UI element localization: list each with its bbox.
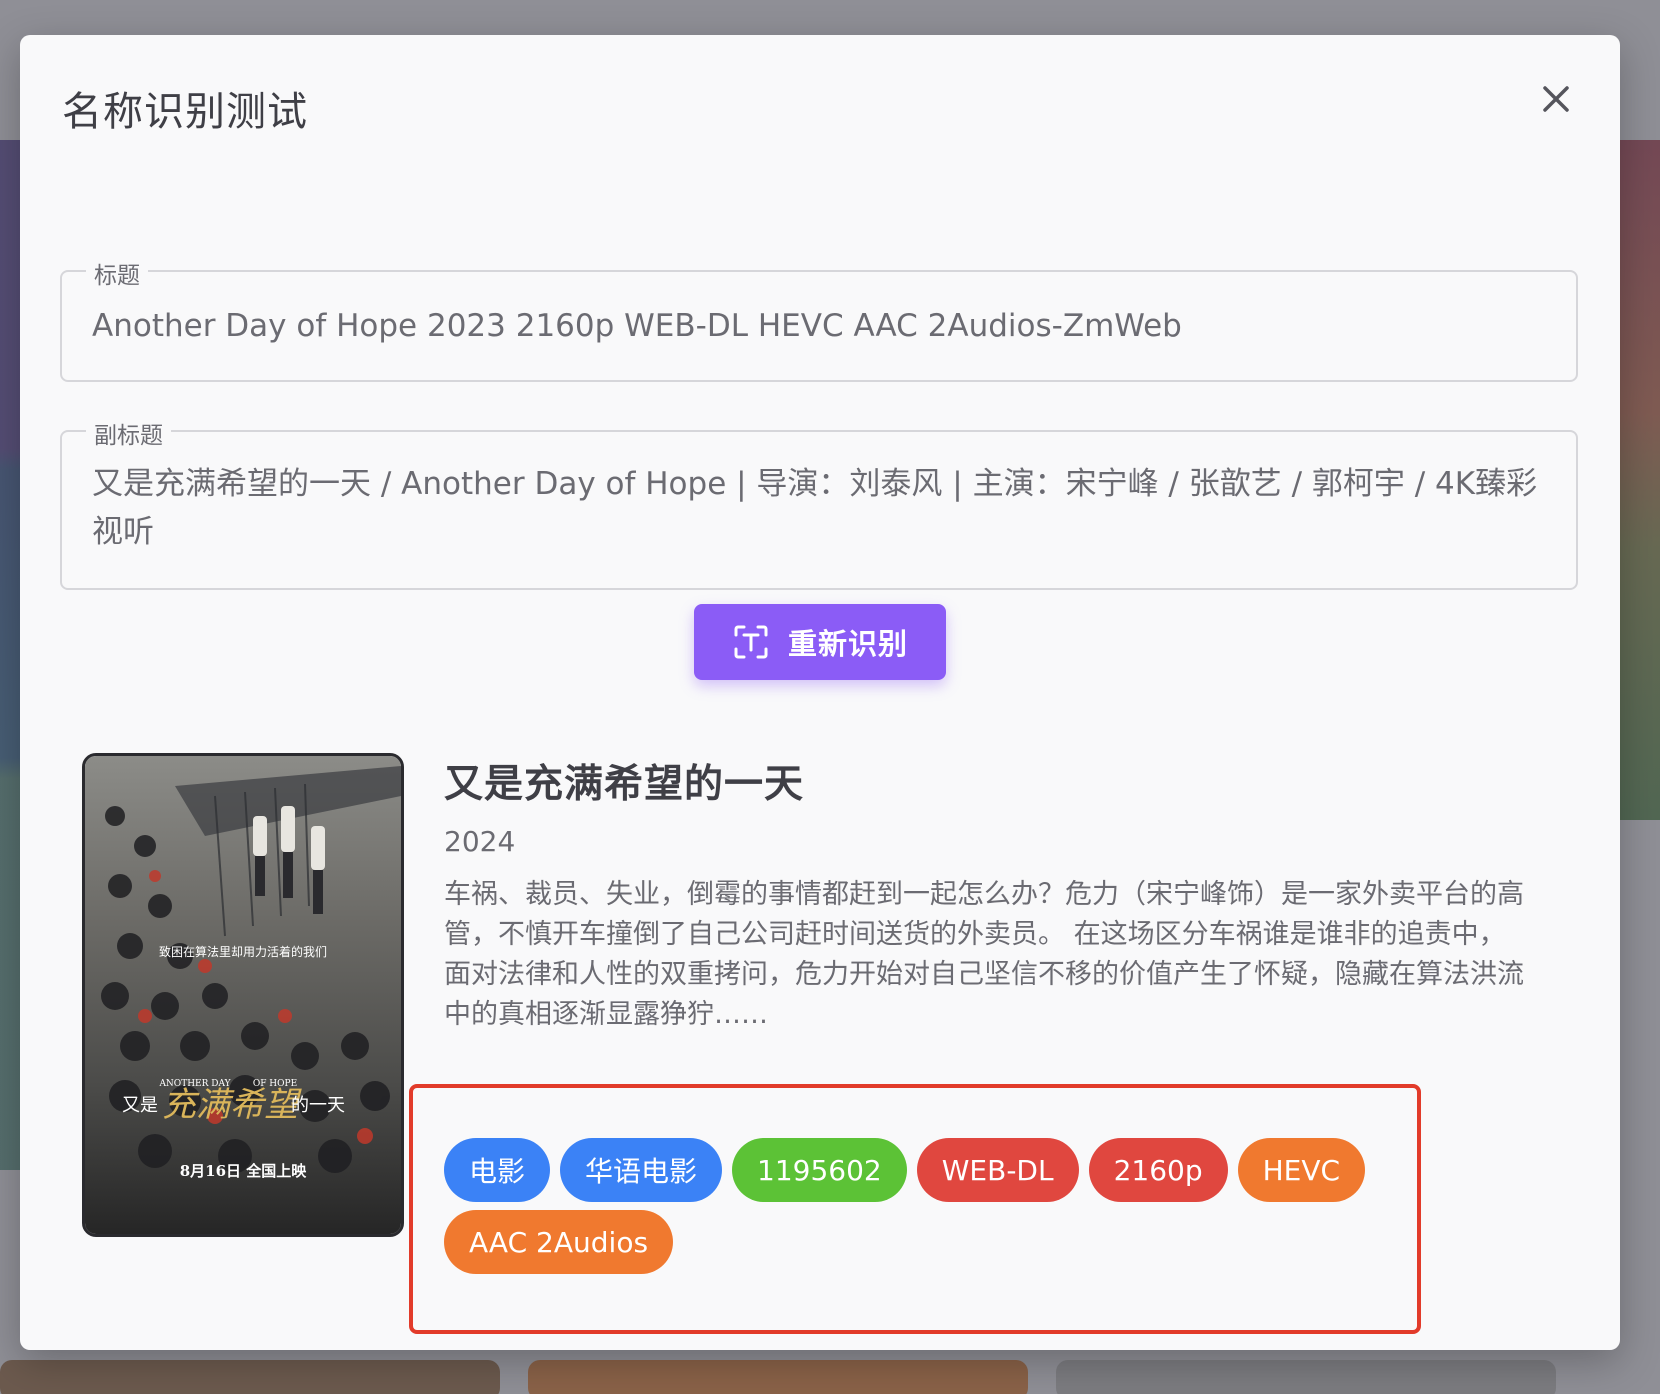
poster-cn-title-c: 的一天 [291,1095,345,1116]
tag-chip[interactable]: 1195602 [732,1138,907,1202]
movie-title: 又是充满希望的一天 [444,762,805,807]
re-recognize-button[interactable]: 重新识别 [694,604,946,680]
close-icon [1543,86,1569,112]
name-recognition-dialog: 名称识别测试 标题 Another Day of Hope 2023 2160p… [20,35,1620,1350]
re-recognize-label: 重新识别 [787,627,908,661]
subtitle-field-label: 副标题 [86,416,171,450]
subtitle-field-value[interactable]: 又是充满希望的一天 / Another Day of Hope | 导演：刘泰风… [92,460,1546,556]
title-field-value[interactable]: Another Day of Hope 2023 2160p WEB-DL HE… [92,302,1546,350]
tag-chip[interactable]: AAC 2Audios [444,1210,674,1274]
poster-release-date: 8月16日 全国上映 [180,1162,308,1180]
text-scan-icon [734,625,768,659]
poster-cn-title-a: 又是 [122,1095,158,1116]
poster-cn-title-b: 充满希望 [162,1085,302,1125]
subtitle-field[interactable]: 副标题 又是充满希望的一天 / Another Day of Hope | 导演… [60,416,1578,590]
movie-overview: 车祸、裁员、失业，倒霉的事情都赶到一起怎么办？危力（宋宁峰饰）是一家外卖平台的高… [444,879,1524,1030]
title-field-label: 标题 [86,256,148,290]
tag-chip[interactable]: 2160p [1088,1138,1228,1202]
tag-chip[interactable]: 电影 [444,1138,551,1202]
tag-list: 电影 华语电影 1195602 WEB-DL 2160p HEVC AAC 2Audios [444,1138,1374,1274]
tag-chip[interactable]: HEVC [1237,1138,1366,1202]
background-card-row [0,1360,1660,1394]
tag-chip[interactable]: WEB-DL [916,1138,1079,1202]
dialog-title: 名称识别测试 [62,89,308,135]
tag-chip[interactable]: 华语电影 [560,1138,723,1202]
close-button[interactable] [1536,79,1576,119]
background-card [528,1360,1028,1394]
background-card [1056,1360,1556,1394]
poster-tagline: 致困在算法里却用力活着的我们 [159,944,327,959]
background-page-left [0,140,20,1170]
movie-poster: 致困在算法里却用力活着的我们 ANOTHER DAY OF HOPE 又是 充满… [82,753,404,1237]
background-page-right [1620,140,1660,820]
movie-year: 2024 [444,825,516,858]
background-card [0,1360,500,1394]
title-field[interactable]: 标题 Another Day of Hope 2023 2160p WEB-DL… [60,256,1578,382]
